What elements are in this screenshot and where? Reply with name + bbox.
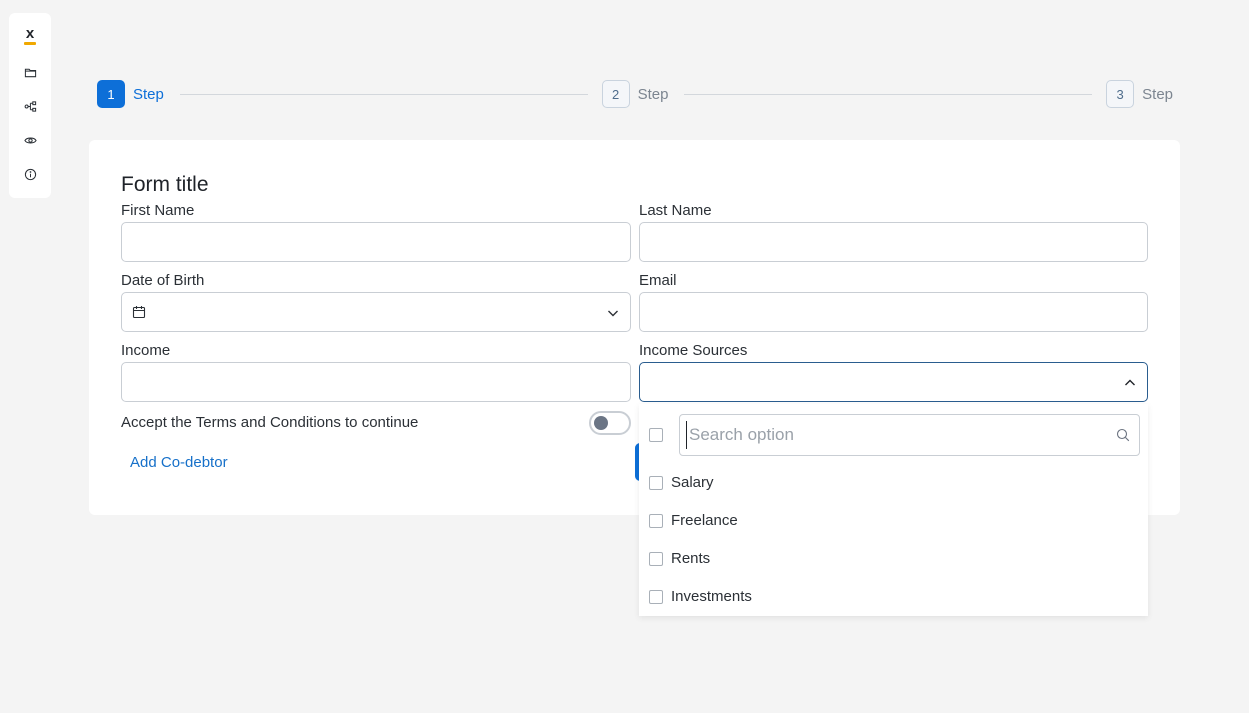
option-label: Investments: [671, 588, 752, 605]
last-name-label: Last Name: [639, 202, 712, 219]
calendar-icon: [132, 306, 146, 319]
income-sources-select[interactable]: [639, 362, 1148, 402]
first-name-label: First Name: [121, 202, 195, 219]
toggle-knob: [594, 416, 608, 430]
chevron-down-icon: [608, 310, 618, 317]
search-box: [679, 414, 1140, 456]
option-label: Salary: [671, 474, 714, 491]
step-label: Step: [637, 85, 669, 103]
search-icon: [1116, 428, 1130, 442]
flow-icon[interactable]: [23, 99, 37, 113]
add-co-debtor-link[interactable]: Add Co-debtor: [130, 454, 228, 471]
sidebar: x: [9, 13, 51, 198]
option-salary[interactable]: Salary: [639, 464, 1148, 502]
option-checkbox[interactable]: [649, 552, 663, 566]
step-label: Step: [1142, 85, 1174, 103]
date-of-birth-label: Date of Birth: [121, 272, 205, 289]
income-sources-label: Income Sources: [639, 342, 748, 359]
option-label: Freelance: [671, 512, 738, 529]
income-input[interactable]: [121, 362, 631, 402]
chevron-up-icon: [1125, 379, 1135, 386]
step-connector: [179, 93, 588, 95]
step-2[interactable]: 2 Step: [601, 80, 669, 108]
email-label: Email: [639, 272, 677, 289]
step-3[interactable]: 3 Step: [1106, 80, 1173, 108]
eye-icon[interactable]: [23, 133, 37, 147]
option-checkbox[interactable]: [649, 514, 663, 528]
folder-icon[interactable]: [23, 65, 37, 79]
last-name-input[interactable]: [639, 222, 1148, 262]
income-sources-dropdown: Salary Freelance Rents Investments: [639, 404, 1148, 616]
option-checkbox[interactable]: [649, 590, 663, 604]
form-title: Form title: [121, 173, 209, 196]
logo-mark: x: [25, 25, 35, 42]
option-rents[interactable]: Rents: [639, 540, 1148, 578]
terms-label: Accept the Terms and Conditions to conti…: [121, 414, 419, 431]
income-label: Income: [121, 342, 171, 359]
step-label: Step: [133, 85, 164, 103]
email-input[interactable]: [639, 292, 1148, 332]
step-connector: [684, 93, 1093, 95]
option-label: Rents: [671, 550, 711, 567]
step-number: 2: [601, 80, 630, 108]
info-icon[interactable]: [23, 167, 37, 181]
step-number: 3: [1106, 80, 1135, 108]
step-number: 1: [97, 80, 125, 108]
option-checkbox[interactable]: [649, 476, 663, 490]
logo-underline: [24, 42, 36, 45]
option-investments[interactable]: Investments: [639, 578, 1148, 616]
stepper: 1 Step 2 Step 3 Step: [97, 80, 1173, 108]
option-freelance[interactable]: Freelance: [639, 502, 1148, 540]
terms-toggle[interactable]: [589, 411, 631, 435]
first-name-input[interactable]: [121, 222, 631, 262]
app-logo[interactable]: x: [23, 25, 37, 45]
search-input[interactable]: [686, 421, 1106, 449]
select-all-checkbox[interactable]: [649, 428, 663, 442]
step-1[interactable]: 1 Step: [97, 80, 164, 108]
date-of-birth-picker[interactable]: [121, 292, 631, 332]
